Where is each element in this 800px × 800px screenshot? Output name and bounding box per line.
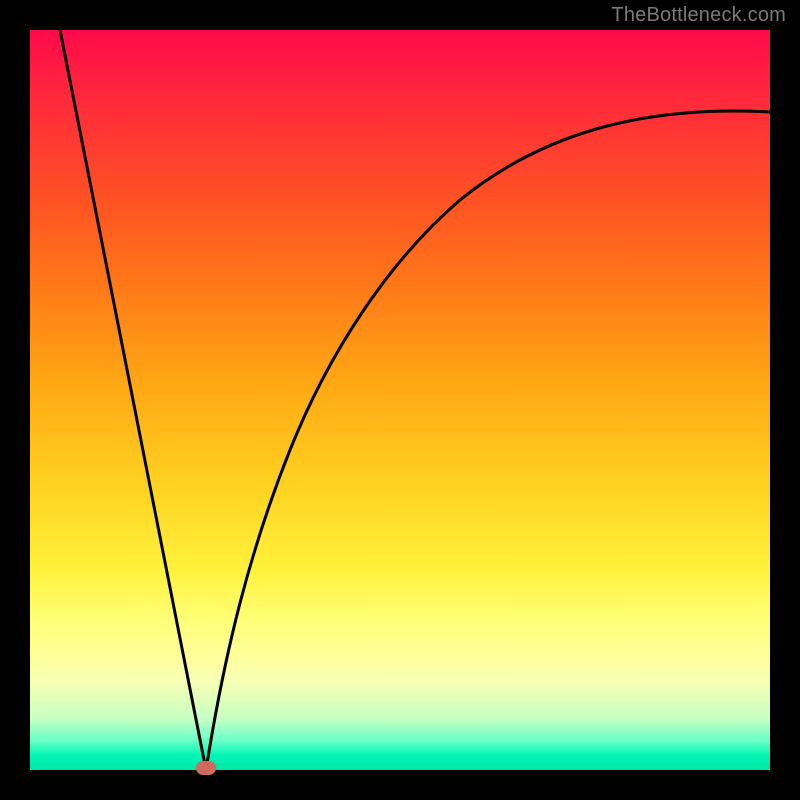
bottleneck-curve [30,30,770,770]
plot-area [30,30,770,770]
min-point-marker [196,761,216,775]
watermark-text: TheBottleneck.com [611,4,786,27]
chart-frame: TheBottleneck.com [0,0,800,800]
